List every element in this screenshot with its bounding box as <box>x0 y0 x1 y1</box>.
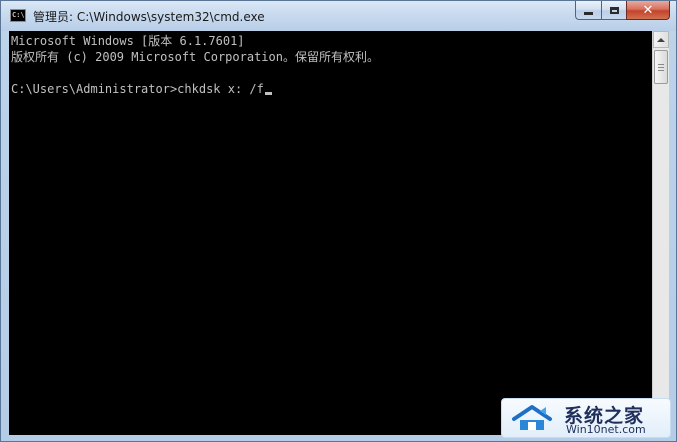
console-prompt-line: C:\Users\Administrator>chkdsk x: /f <box>11 81 652 97</box>
maximize-button[interactable] <box>601 1 626 20</box>
console-line: 版权所有 (c) 2009 Microsoft Corporation。保留所有… <box>11 50 379 64</box>
grip-line <box>658 64 664 65</box>
arrow-up-icon <box>657 37 665 42</box>
grip-line <box>658 67 664 68</box>
scrollbar-thumb[interactable] <box>654 50 668 84</box>
console-line: Microsoft Windows [版本 6.1.7601] <box>11 34 245 48</box>
close-icon: ✕ <box>642 2 654 18</box>
house-logo-icon <box>512 405 552 430</box>
minimize-button[interactable] <box>575 1 601 20</box>
watermark-url: Win10net.com <box>566 423 646 436</box>
maximize-icon <box>609 6 619 14</box>
site-watermark: 系统之家 Win10net.com <box>501 398 671 438</box>
console-command: C:\Users\Administrator>chkdsk x: /f <box>11 82 264 96</box>
vertical-scrollbar[interactable] <box>652 31 669 435</box>
title-bar[interactable]: C:\. 管理员: C:\Windows\system32\cmd.exe ✕ <box>1 1 676 31</box>
close-button[interactable]: ✕ <box>626 1 670 20</box>
grip-line <box>658 70 664 71</box>
window-title: 管理员: C:\Windows\system32\cmd.exe <box>33 10 265 24</box>
cmd-icon[interactable]: C:\. <box>10 9 26 22</box>
cmd-window: C:\. 管理员: C:\Windows\system32\cmd.exe ✕ … <box>0 0 677 442</box>
text-cursor <box>264 92 272 95</box>
scroll-up-button[interactable] <box>653 31 669 48</box>
minimize-icon <box>584 11 593 15</box>
caption-buttons: ✕ <box>575 1 670 21</box>
console-output[interactable]: Microsoft Windows [版本 6.1.7601] 版权所有 (c)… <box>9 31 652 435</box>
